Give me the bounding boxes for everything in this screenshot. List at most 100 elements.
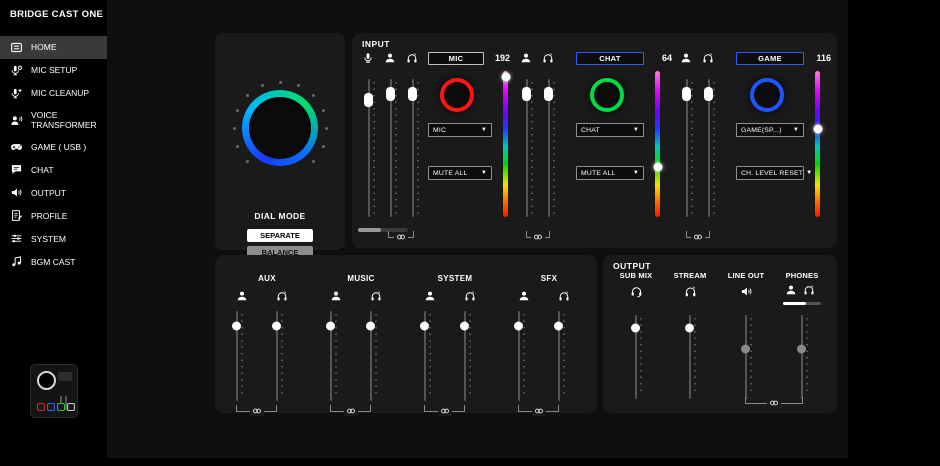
fader-handle[interactable] [631,323,640,332]
fader-handle[interactable] [682,87,691,101]
mic-stream-fader[interactable] [406,79,419,217]
separate-button[interactable]: SEPARATE [247,229,313,242]
music-monitor-fader[interactable] [324,311,337,401]
sidebar-item-label: MIC CLEANUP [31,88,89,98]
device-knob-graphic [37,371,56,390]
mic-personal-fader[interactable] [362,79,375,217]
mic-source-dropdown[interactable]: MIC ▼ [428,123,492,137]
fader-handle[interactable] [272,322,281,331]
person-icon [680,52,692,64]
fader-handle[interactable] [685,323,694,332]
fader-handle[interactable] [232,322,241,331]
fader-handle[interactable] [554,322,563,331]
game-gain-knob[interactable] [750,78,784,112]
phones-balance-slider[interactable] [783,302,821,305]
device-screen-graphic [58,372,72,381]
game-stream-fader[interactable] [702,79,715,217]
sidebar-item-mic-setup[interactable]: MIC SETUP [0,59,107,82]
person-icon [785,284,797,296]
mic-channel-button[interactable]: MIC [428,52,484,65]
mic-gain-knob[interactable] [440,78,474,112]
meter-knob[interactable] [501,72,510,81]
output-link-bracket [745,397,803,404]
sidebar-item-mic-cleanup[interactable]: MIC CLEANUP [0,82,107,105]
sidebar-item-chat[interactable]: CHAT [0,158,107,181]
meter-knob[interactable] [813,125,822,134]
chevron-down-icon: ▼ [481,170,487,176]
fader-handle[interactable] [408,87,417,101]
fader-handle[interactable] [420,322,429,331]
system-link-bracket [424,405,465,412]
mic-action-dropdown[interactable]: MUTE ALL ▼ [428,166,492,180]
meter-knob[interactable] [653,163,662,172]
input-panel: INPUT MIC 192 MIC ▼ [352,33,837,248]
game-monitor-fader[interactable] [680,79,693,217]
link-icon[interactable] [532,406,546,416]
link-icon[interactable] [691,232,705,242]
fader-handle[interactable] [514,322,523,331]
chat-stream-fader[interactable] [542,79,555,217]
sidebar-item-home[interactable]: HOME [0,36,107,59]
sidebar-item-game-usb[interactable]: GAME ( USB ) [0,135,107,158]
music-stream-fader[interactable] [364,311,377,401]
person-icon [520,52,532,64]
stream-headphones-icon [558,290,570,302]
fader-handle[interactable] [544,87,553,101]
fader-handle[interactable] [460,322,469,331]
aux-link-bracket [236,405,277,412]
sfx-monitor-fader[interactable] [512,311,525,401]
link-icon[interactable] [250,406,264,416]
sidebar-item-profile[interactable]: PROFILE [0,204,107,227]
sidebar-item-bgm-cast[interactable]: BGM CAST [0,250,107,273]
lineout-fader[interactable] [739,315,752,399]
device-illustration [30,364,78,418]
fader-handle[interactable] [797,344,806,353]
chevron-down-icon: ▼ [793,127,799,133]
phones-fader[interactable] [795,315,808,399]
chat-level-meter [655,71,660,217]
stream-headphones-icon [276,290,288,302]
chat-action-dropdown[interactable]: MUTE ALL ▼ [576,166,644,180]
game-action-dropdown[interactable]: CH. LEVEL RESET ▼ [736,166,804,180]
game-link-bracket [686,231,710,238]
link-icon[interactable] [767,398,781,408]
aux-stream-fader[interactable] [270,311,283,401]
stream-output-fader[interactable] [683,315,696,399]
sidebar-item-output[interactable]: OUTPUT [0,181,107,204]
link-icon[interactable] [531,232,545,242]
fader-handle[interactable] [326,322,335,331]
aux-monitor-fader[interactable] [230,311,243,401]
submix-fader[interactable] [629,315,642,399]
link-icon[interactable] [344,406,358,416]
sidebar-item-label: SYSTEM [31,234,66,244]
chat-source-dropdown[interactable]: CHAT ▼ [576,123,644,137]
game-source-dropdown[interactable]: GAME(SP...) ▼ [736,123,804,137]
balance-fill [783,302,806,305]
chat-gain-knob[interactable] [590,78,624,112]
sidebar-item-voice-transformer[interactable]: VOICE TRANSFORMER [0,105,107,135]
sfx-stream-fader[interactable] [552,311,565,401]
mic-monitor-fader[interactable] [384,79,397,217]
fader-handle[interactable] [522,87,531,101]
dropdown-value: MUTE ALL [581,170,615,177]
chat-monitor-fader[interactable] [520,79,533,217]
fader-handle[interactable] [364,93,373,107]
submix-column: SUB MIX [613,271,659,405]
link-icon[interactable] [438,406,452,416]
sidebar-item-system[interactable]: SYSTEM [0,227,107,250]
voice-transformer-icon [10,114,23,127]
chat-channel-button[interactable]: CHAT [576,52,644,65]
system-stream-fader[interactable] [458,311,471,401]
fader-handle[interactable] [366,322,375,331]
fader-handle[interactable] [704,87,713,101]
system-monitor-fader[interactable] [418,311,431,401]
lineout-column: LINE OUT [723,271,769,405]
chat-level-value: 64 [662,53,672,63]
chat-channel-strip: CHAT 64 CHAT ▼ MUTE ALL ▼ [514,47,672,243]
sidebar-menu: HOME MIC SETUP MIC CLEANUP VOICE TRANSFO… [0,36,107,273]
game-channel-button[interactable]: GAME [736,52,804,65]
chevron-down-icon: ▼ [481,127,487,133]
link-icon[interactable] [394,232,408,242]
fader-handle[interactable] [386,87,395,101]
fader-handle[interactable] [741,344,750,353]
